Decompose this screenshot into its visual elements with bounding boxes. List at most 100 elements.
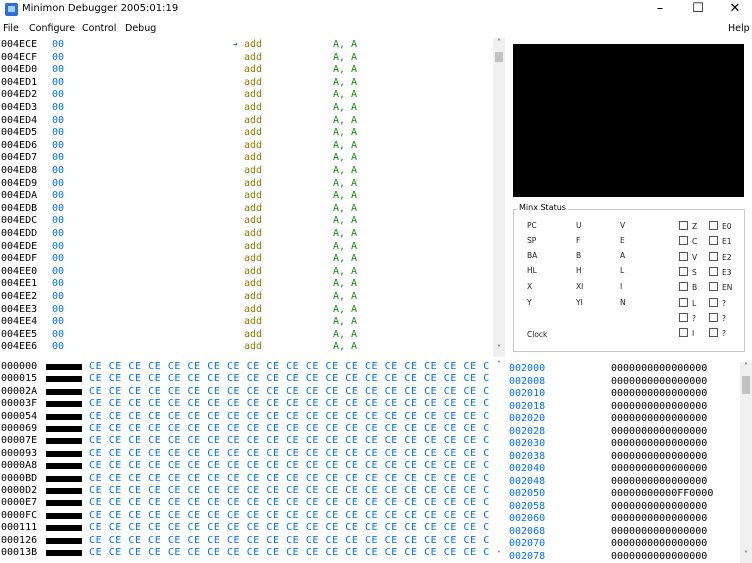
- memory-row[interactable]: 000126 CE CE CE CE CE CE CE CE CE CE CE C…: [0, 535, 490, 546]
- instruction-byte: 00: [52, 316, 65, 328]
- disassembly-row[interactable]: 004ECE 00 ➔ add A, A: [0, 39, 490, 50]
- memory-row[interactable]: 00002A CE CE CE CE CE CE CE CE CE CE CE C…: [0, 386, 490, 397]
- disassembly-row[interactable]: 004ED0 00 add A, A: [0, 64, 490, 75]
- disassembly-row[interactable]: 004ED7 00 add A, A: [0, 152, 490, 163]
- ram-row[interactable]: 002040 0000000000000000: [506, 463, 738, 474]
- ram-row[interactable]: 002028 0000000000000000: [506, 426, 738, 437]
- flag-checkbox[interactable]: ?: [709, 313, 726, 323]
- disassembly-row[interactable]: 004EE3 00 add A, A: [0, 304, 490, 315]
- scroll-down-arrow-icon[interactable]: ˅: [493, 344, 505, 353]
- ram-left-scrollbar[interactable]: ˄ ˅: [493, 360, 505, 563]
- memory-row[interactable]: 000093 CE CE CE CE CE CE CE CE CE CE CE C…: [0, 448, 490, 459]
- menu-control[interactable]: Control: [82, 23, 116, 34]
- disassembly-row[interactable]: 004ED8 00 add A, A: [0, 165, 490, 176]
- flag-checkbox[interactable]: V: [679, 252, 697, 262]
- flag-checkbox[interactable]: E1: [709, 236, 732, 246]
- ram-row[interactable]: 002068 0000000000000000: [506, 526, 738, 537]
- memory-row[interactable]: 000000 CE CE CE CE CE CE CE CE CE CE CE C…: [0, 361, 490, 372]
- memory-row[interactable]: 0000BD CE CE CE CE CE CE CE CE CE CE CE C…: [0, 473, 490, 484]
- memory-dump-pane[interactable]: 000000 CE CE CE CE CE CE CE CE CE CE CE C…: [0, 360, 490, 563]
- instruction-operands: A, A: [333, 139, 358, 151]
- disassembly-row[interactable]: 004ED2 00 add A, A: [0, 89, 490, 100]
- disassembly-row[interactable]: 004ED1 00 add A, A: [0, 77, 490, 88]
- scrollbar-thumb[interactable]: [495, 52, 503, 62]
- flag-checkbox[interactable]: E3: [709, 267, 732, 277]
- ram-row[interactable]: 002030 0000000000000000: [506, 438, 738, 449]
- disassembly-scrollbar[interactable]: ˄ ˅: [493, 38, 505, 357]
- disassembly-pane[interactable]: 004ECE 00 ➔ add A, A 004ECF 00 add A, A 004ED0 00 a…: [0, 38, 490, 357]
- memory-row[interactable]: 00003F CE CE CE CE CE CE CE CE CE CE CE C…: [0, 398, 490, 409]
- disassembly-row[interactable]: 004EE5 00 add A, A: [0, 329, 490, 340]
- flag-checkbox[interactable]: ?: [709, 298, 726, 308]
- flag-checkbox[interactable]: Z: [679, 221, 697, 231]
- menu-configure[interactable]: Configure: [29, 23, 75, 34]
- ram-row[interactable]: 002060 0000000000000000: [506, 513, 738, 524]
- disassembly-row[interactable]: 004EE2 00 add A, A: [0, 291, 490, 302]
- ram-row[interactable]: 002038 0000000000000000: [506, 451, 738, 462]
- scroll-up-arrow-icon[interactable]: ˄: [740, 362, 752, 371]
- ram-row[interactable]: 002008 0000000000000000: [506, 376, 738, 387]
- disassembly-row[interactable]: 004EDF 00 add A, A: [0, 253, 490, 264]
- menu-help[interactable]: Help: [728, 23, 750, 34]
- ram-row[interactable]: 002050 00000000000FF0000: [506, 488, 738, 499]
- disassembly-row[interactable]: 004ED4 00 add A, A: [0, 115, 490, 126]
- disassembly-row[interactable]: 004EE4 00 add A, A: [0, 316, 490, 327]
- flag-checkbox[interactable]: I: [679, 328, 694, 338]
- ram-row[interactable]: 002058 0000000000000000: [506, 501, 738, 512]
- ram-row[interactable]: 002020 0000000000000000: [506, 413, 738, 424]
- close-button[interactable]: ✕: [718, 0, 752, 20]
- disassembly-row[interactable]: 004EDD 00 add A, A: [0, 228, 490, 239]
- flag-checkbox[interactable]: B: [679, 282, 697, 292]
- memory-row[interactable]: 000054 CE CE CE CE CE CE CE CE CE CE CE C…: [0, 411, 490, 422]
- ram-view-pane[interactable]: 002000 0000000000000000 002008 000000000000…: [506, 362, 738, 563]
- flag-checkbox[interactable]: L: [679, 298, 696, 308]
- flag-checkbox[interactable]: E0: [709, 221, 732, 231]
- ram-row[interactable]: 002078 0000000000000000: [506, 551, 738, 562]
- ram-row[interactable]: 002070 0000000000000000: [506, 538, 738, 549]
- scroll-down-arrow-icon[interactable]: ˅: [493, 550, 505, 559]
- scrollbar-thumb[interactable]: [742, 376, 750, 394]
- ram-row[interactable]: 002018 0000000000000000: [506, 401, 738, 412]
- ram-right-scrollbar[interactable]: ˄ ˅: [740, 362, 752, 563]
- memory-row[interactable]: 000111 CE CE CE CE CE CE CE CE CE CE CE C…: [0, 522, 490, 533]
- disassembly-row[interactable]: 004ED5 00 add A, A: [0, 127, 490, 138]
- ram-row[interactable]: 002048 0000000000000000: [506, 476, 738, 487]
- disassembly-row[interactable]: 004EE6 00 add A, A: [0, 341, 490, 352]
- disassembly-row[interactable]: 004EE1 00 add A, A: [0, 278, 490, 289]
- memory-row[interactable]: 0000A8 CE CE CE CE CE CE CE CE CE CE CE C…: [0, 460, 490, 471]
- disassembly-row[interactable]: 004ED9 00 add A, A: [0, 178, 490, 189]
- menu-file[interactable]: File: [3, 23, 19, 34]
- memory-row[interactable]: 000015 CE CE CE CE CE CE CE CE CE CE CE C…: [0, 373, 490, 384]
- menu-debug[interactable]: Debug: [125, 23, 156, 34]
- memory-row[interactable]: 00007E CE CE CE CE CE CE CE CE CE CE CE C…: [0, 435, 490, 446]
- disassembly-row[interactable]: 004EE0 00 add A, A: [0, 266, 490, 277]
- memory-row[interactable]: 0000E7 CE CE CE CE CE CE CE CE CE CE CE C…: [0, 497, 490, 508]
- ram-row[interactable]: 002000 0000000000000000: [506, 363, 738, 374]
- scroll-up-arrow-icon[interactable]: ˄: [493, 38, 505, 47]
- disassembly-row[interactable]: 004EDB 00 add A, A: [0, 203, 490, 214]
- memory-row[interactable]: 0000FC CE CE CE CE CE CE CE CE CE CE CE C…: [0, 510, 490, 521]
- flag-checkbox[interactable]: E2: [709, 252, 732, 262]
- memory-row[interactable]: 00013B CE CE CE CE CE CE CE CE CE CE CE C…: [0, 547, 490, 558]
- scroll-up-arrow-icon[interactable]: ˄: [493, 360, 505, 369]
- flag-checkbox[interactable]: C: [679, 236, 697, 246]
- flag-checkbox[interactable]: ?: [709, 328, 726, 338]
- maximize-button[interactable]: ☐: [681, 0, 715, 20]
- disassembly-row[interactable]: 004ED3 00 add A, A: [0, 102, 490, 113]
- minimize-button[interactable]: –: [643, 0, 677, 20]
- flag-checkbox[interactable]: S: [679, 267, 697, 277]
- ram-address: 002010: [509, 388, 546, 399]
- disassembly-row[interactable]: 004ECF 00 add A, A: [0, 52, 490, 63]
- flag-checkbox[interactable]: ?: [679, 313, 696, 323]
- disassembly-row[interactable]: 004EDC 00 add A, A: [0, 215, 490, 226]
- scroll-down-arrow-icon[interactable]: ˅: [740, 550, 752, 559]
- disassembly-row[interactable]: 004ED6 00 add A, A: [0, 140, 490, 151]
- flag-checkbox[interactable]: EN: [709, 282, 732, 292]
- memory-row[interactable]: 000069 CE CE CE CE CE CE CE CE CE CE CE C…: [0, 423, 490, 434]
- memory-row[interactable]: 0000D2 CE CE CE CE CE CE CE CE CE CE CE C…: [0, 485, 490, 496]
- disassembly-row[interactable]: 004EDE 00 add A, A: [0, 241, 490, 252]
- memory-row-bar: [46, 388, 82, 395]
- disassembly-row[interactable]: 004EDA 00 add A, A: [0, 190, 490, 201]
- ram-row[interactable]: 002010 0000000000000000: [506, 388, 738, 399]
- instruction-address: 004ECF: [1, 51, 38, 63]
